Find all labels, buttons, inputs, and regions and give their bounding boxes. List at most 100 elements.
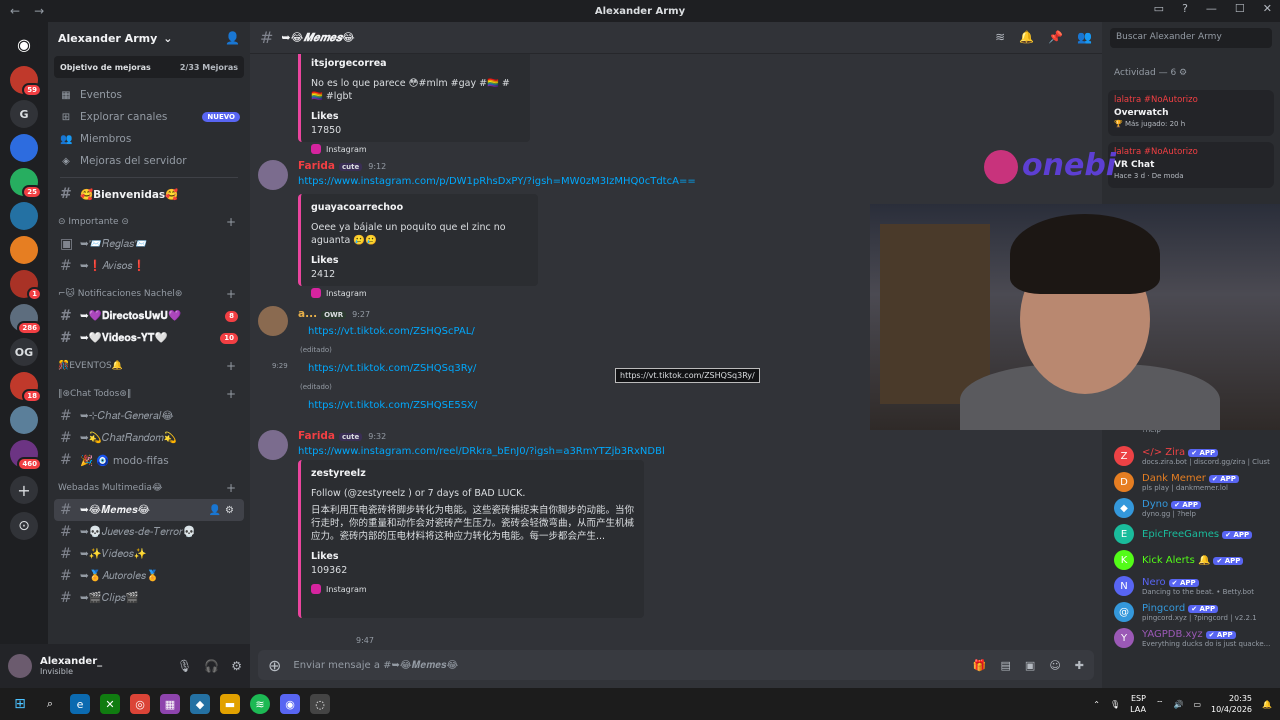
app-icon[interactable]: ▦ [160, 694, 180, 714]
message-input[interactable]: Enviar mensaje a #➥😂𝑴𝒆𝒎𝒆𝒔😂 [293, 660, 458, 671]
member-item[interactable]: D Dank Memer ✔ APP pls play | dankmemer.lol [1114, 470, 1276, 494]
minimize-icon[interactable]: — [1206, 2, 1217, 15]
server-icon[interactable]: OG [10, 338, 38, 366]
pin-icon[interactable]: 📌 [1048, 30, 1063, 44]
battery-icon[interactable]: ▭ [1193, 700, 1201, 709]
message-link[interactable]: https://vt.tiktok.com/ZSHQScPAL/ [308, 326, 475, 337]
sticker-icon[interactable]: ▣ [1025, 659, 1035, 672]
avatar[interactable] [258, 160, 288, 190]
member-item[interactable]: E EpicFreeGames ✔ APP [1114, 522, 1276, 546]
add-channel-icon[interactable]: + [226, 387, 236, 401]
search-input[interactable]: Buscar Alexander Army [1110, 28, 1272, 48]
microphone-icon[interactable]: 🎙 [1110, 700, 1120, 709]
members-icon[interactable]: 👥 [1077, 30, 1092, 44]
embed-author[interactable]: guayacoarrechoo [311, 202, 528, 213]
inbox-icon[interactable]: ▭ [1154, 2, 1164, 15]
category-eventos[interactable]: 🎊EVENTOS🔔 + [54, 355, 244, 377]
server-icon[interactable]: 1 [10, 270, 42, 301]
category-notificaciones[interactable]: ⌐🐱 Notificaciones Nachel⊛ + [54, 283, 244, 305]
category-importante[interactable]: ⊝ Importante ⊝ + [54, 211, 244, 233]
emoji-icon[interactable]: ☺ [1049, 659, 1060, 672]
headphones-icon[interactable]: 🎧 [204, 659, 219, 673]
member-item[interactable]: @ Pingcord ✔ APP pingcord.xyz | ?pingcord |… [1114, 600, 1276, 624]
channel-autoroles[interactable]: # ➥🏅𝐴𝑢𝑡𝑜𝑟𝑜𝑙𝑒𝑠🏅 [54, 565, 244, 587]
message-link[interactable]: https://vt.tiktok.com/ZSHQSE5SX/ [308, 400, 477, 411]
app-icon[interactable]: ◌ [310, 694, 330, 714]
server-icon[interactable] [10, 406, 38, 434]
server-icon[interactable]: 286 [10, 304, 42, 335]
author-name[interactable]: Farida [298, 160, 335, 172]
chevron-up-icon[interactable]: ⌃ [1093, 700, 1100, 709]
server-icon[interactable] [10, 202, 38, 230]
server-icon[interactable]: G [10, 100, 38, 128]
help-icon[interactable]: ? [1182, 2, 1188, 15]
channel-videos[interactable]: # ➥✨𝑉𝑖𝑑𝑒𝑜𝑠✨ [54, 543, 244, 565]
channel-videos-yt[interactable]: # ➥🤍𝐕𝐢𝐝𝐞𝐨𝐬-𝐘𝐓🤍 10 [54, 327, 244, 349]
category-webadas[interactable]: Webadas Multimedia😂 + [54, 477, 244, 499]
server-icon[interactable]: 59 [10, 66, 42, 97]
server-icon[interactable] [10, 134, 38, 162]
chrome-icon[interactable]: ◎ [130, 694, 150, 714]
app-icon[interactable]: ◆ [190, 694, 210, 714]
bell-icon[interactable]: 🔔 [1019, 30, 1034, 44]
server-nav-item[interactable]: ▦ Eventos [54, 84, 244, 106]
close-icon[interactable]: ✕ [1263, 2, 1272, 15]
activity-card[interactable]: lalatra #NoAutorizo Overwatch 🏆 Más juga… [1108, 90, 1274, 136]
member-item[interactable]: K Kick Alerts 🔔 ✔ APP [1114, 548, 1276, 572]
embed-author[interactable]: zestyreelz [311, 468, 634, 479]
gear-icon[interactable]: ⚙ [231, 659, 242, 673]
server-nav-item[interactable]: ⊞ Explorar canales NUEVO [54, 106, 244, 128]
member-item[interactable]: ◆ Dyno ✔ APP dyno.gg | ?help [1114, 496, 1276, 520]
spotify-icon[interactable]: ≋ [250, 694, 270, 714]
invite-people-icon[interactable]: 👤 [225, 31, 240, 45]
message-link[interactable]: https://www.instagram.com/reel/DRkra_bEn… [298, 446, 665, 457]
language-indicator[interactable]: ESP LAA [1130, 693, 1146, 715]
author-name[interactable]: Farida [298, 430, 335, 442]
server-icon[interactable]: 18 [10, 372, 42, 403]
add-channel-icon[interactable]: + [226, 359, 236, 373]
member-item[interactable]: Y YAGPDB.xyz ✔ APP Everything ducks do is j… [1114, 626, 1276, 650]
server-nav-item[interactable]: ◈ Mejoras del servidor [54, 150, 244, 172]
member-item[interactable]: N Nero ✔ APP Dancing to the beat. • Betty.b… [1114, 574, 1276, 598]
channel-clips[interactable]: # ➥🎬𝐶𝑙𝑖𝑝𝑠🎬 [54, 587, 244, 609]
add-server-icon[interactable]: + [10, 476, 38, 504]
boost-goal-bar[interactable]: Objetivo de mejoras 2/33 Mejoras [54, 56, 244, 78]
discord-home-icon[interactable]: ◉ [10, 30, 38, 58]
add-channel-icon[interactable]: + [226, 481, 236, 495]
activity-header[interactable]: Actividad — 6 ⚙ [1114, 68, 1187, 78]
attach-plus-icon[interactable]: ⊕ [268, 656, 281, 675]
author-name[interactable]: a... [298, 308, 317, 320]
maximize-icon[interactable]: ☐ [1235, 2, 1245, 15]
gif-icon[interactable]: ▤ [1001, 659, 1011, 672]
server-icon[interactable] [10, 236, 38, 264]
volume-icon[interactable]: 🔊 [1173, 700, 1183, 709]
apps-icon[interactable]: ✚ [1075, 659, 1084, 672]
avatar[interactable] [8, 654, 32, 678]
server-icon[interactable]: 25 [10, 168, 42, 199]
notifications-icon[interactable]: 🔔 [1262, 700, 1272, 709]
avatar[interactable] [258, 306, 288, 336]
message-link[interactable]: https://vt.tiktok.com/ZSHQSq3Ry/ [308, 363, 476, 374]
wifi-icon[interactable]: ⌔ [1156, 699, 1164, 709]
threads-icon[interactable]: ≋ [995, 30, 1005, 44]
message-link[interactable]: https://www.instagram.com/p/DW1pRhsDxPY/… [298, 176, 696, 187]
folder-icon[interactable]: ▬ [220, 694, 240, 714]
embed-author[interactable]: itsjorgecorrea [311, 58, 520, 69]
microphone-icon[interactable]: 🎙 [177, 659, 192, 673]
channel-avisos[interactable]: # ➥❗𝐴𝑣𝑖𝑠𝑜𝑠❗ [54, 255, 244, 277]
channel-bienvenidas[interactable]: # 🥰Bienvenidas🥰 [54, 183, 244, 205]
category-chat-todos[interactable]: ‖⊛Chat Todos⊛‖ + [54, 383, 244, 405]
start-icon[interactable]: ⊞ [10, 694, 30, 714]
channel-modo-fifas[interactable]: # 🎉 🧿 modo-fifas [54, 449, 244, 471]
activity-card[interactable]: lalatra #NoAutorizo VR Chat Hace 3 d · D… [1108, 142, 1274, 188]
member-item[interactable]: Z </> Zira ✔ APP docs.zira.bot | discord.gg… [1114, 444, 1276, 468]
message-composer[interactable]: ⊕ Enviar mensaje a #➥😂𝑴𝒆𝒎𝒆𝒔😂 🎁 ▤ ▣ ☺ ✚ [258, 650, 1094, 680]
edge-icon[interactable]: e [70, 694, 90, 714]
channel-chat-general[interactable]: # ➥⊹𝐶ℎ𝑎𝑡-𝐺𝑒𝑛𝑒𝑟𝑎𝑙😂 [54, 405, 244, 427]
discord-taskbar-icon[interactable]: ◉ [280, 694, 300, 714]
channel-chat-random[interactable]: # ➥💫𝐶ℎ𝑎𝑡𝑅𝑎𝑛𝑑𝑜𝑚💫 [54, 427, 244, 449]
channel-directos[interactable]: # ➥💜𝐃𝐢𝐫𝐞𝐜𝐭𝐨𝐬𝐔𝐰𝐔💜 8 [54, 305, 244, 327]
channel-reglas[interactable]: ▣ ➥📨𝑅𝑒𝑔𝑙𝑎𝑠📨 [54, 233, 244, 255]
channel-settings-icon[interactable]: 👤⚙ [209, 505, 238, 516]
add-channel-icon[interactable]: + [226, 215, 236, 229]
